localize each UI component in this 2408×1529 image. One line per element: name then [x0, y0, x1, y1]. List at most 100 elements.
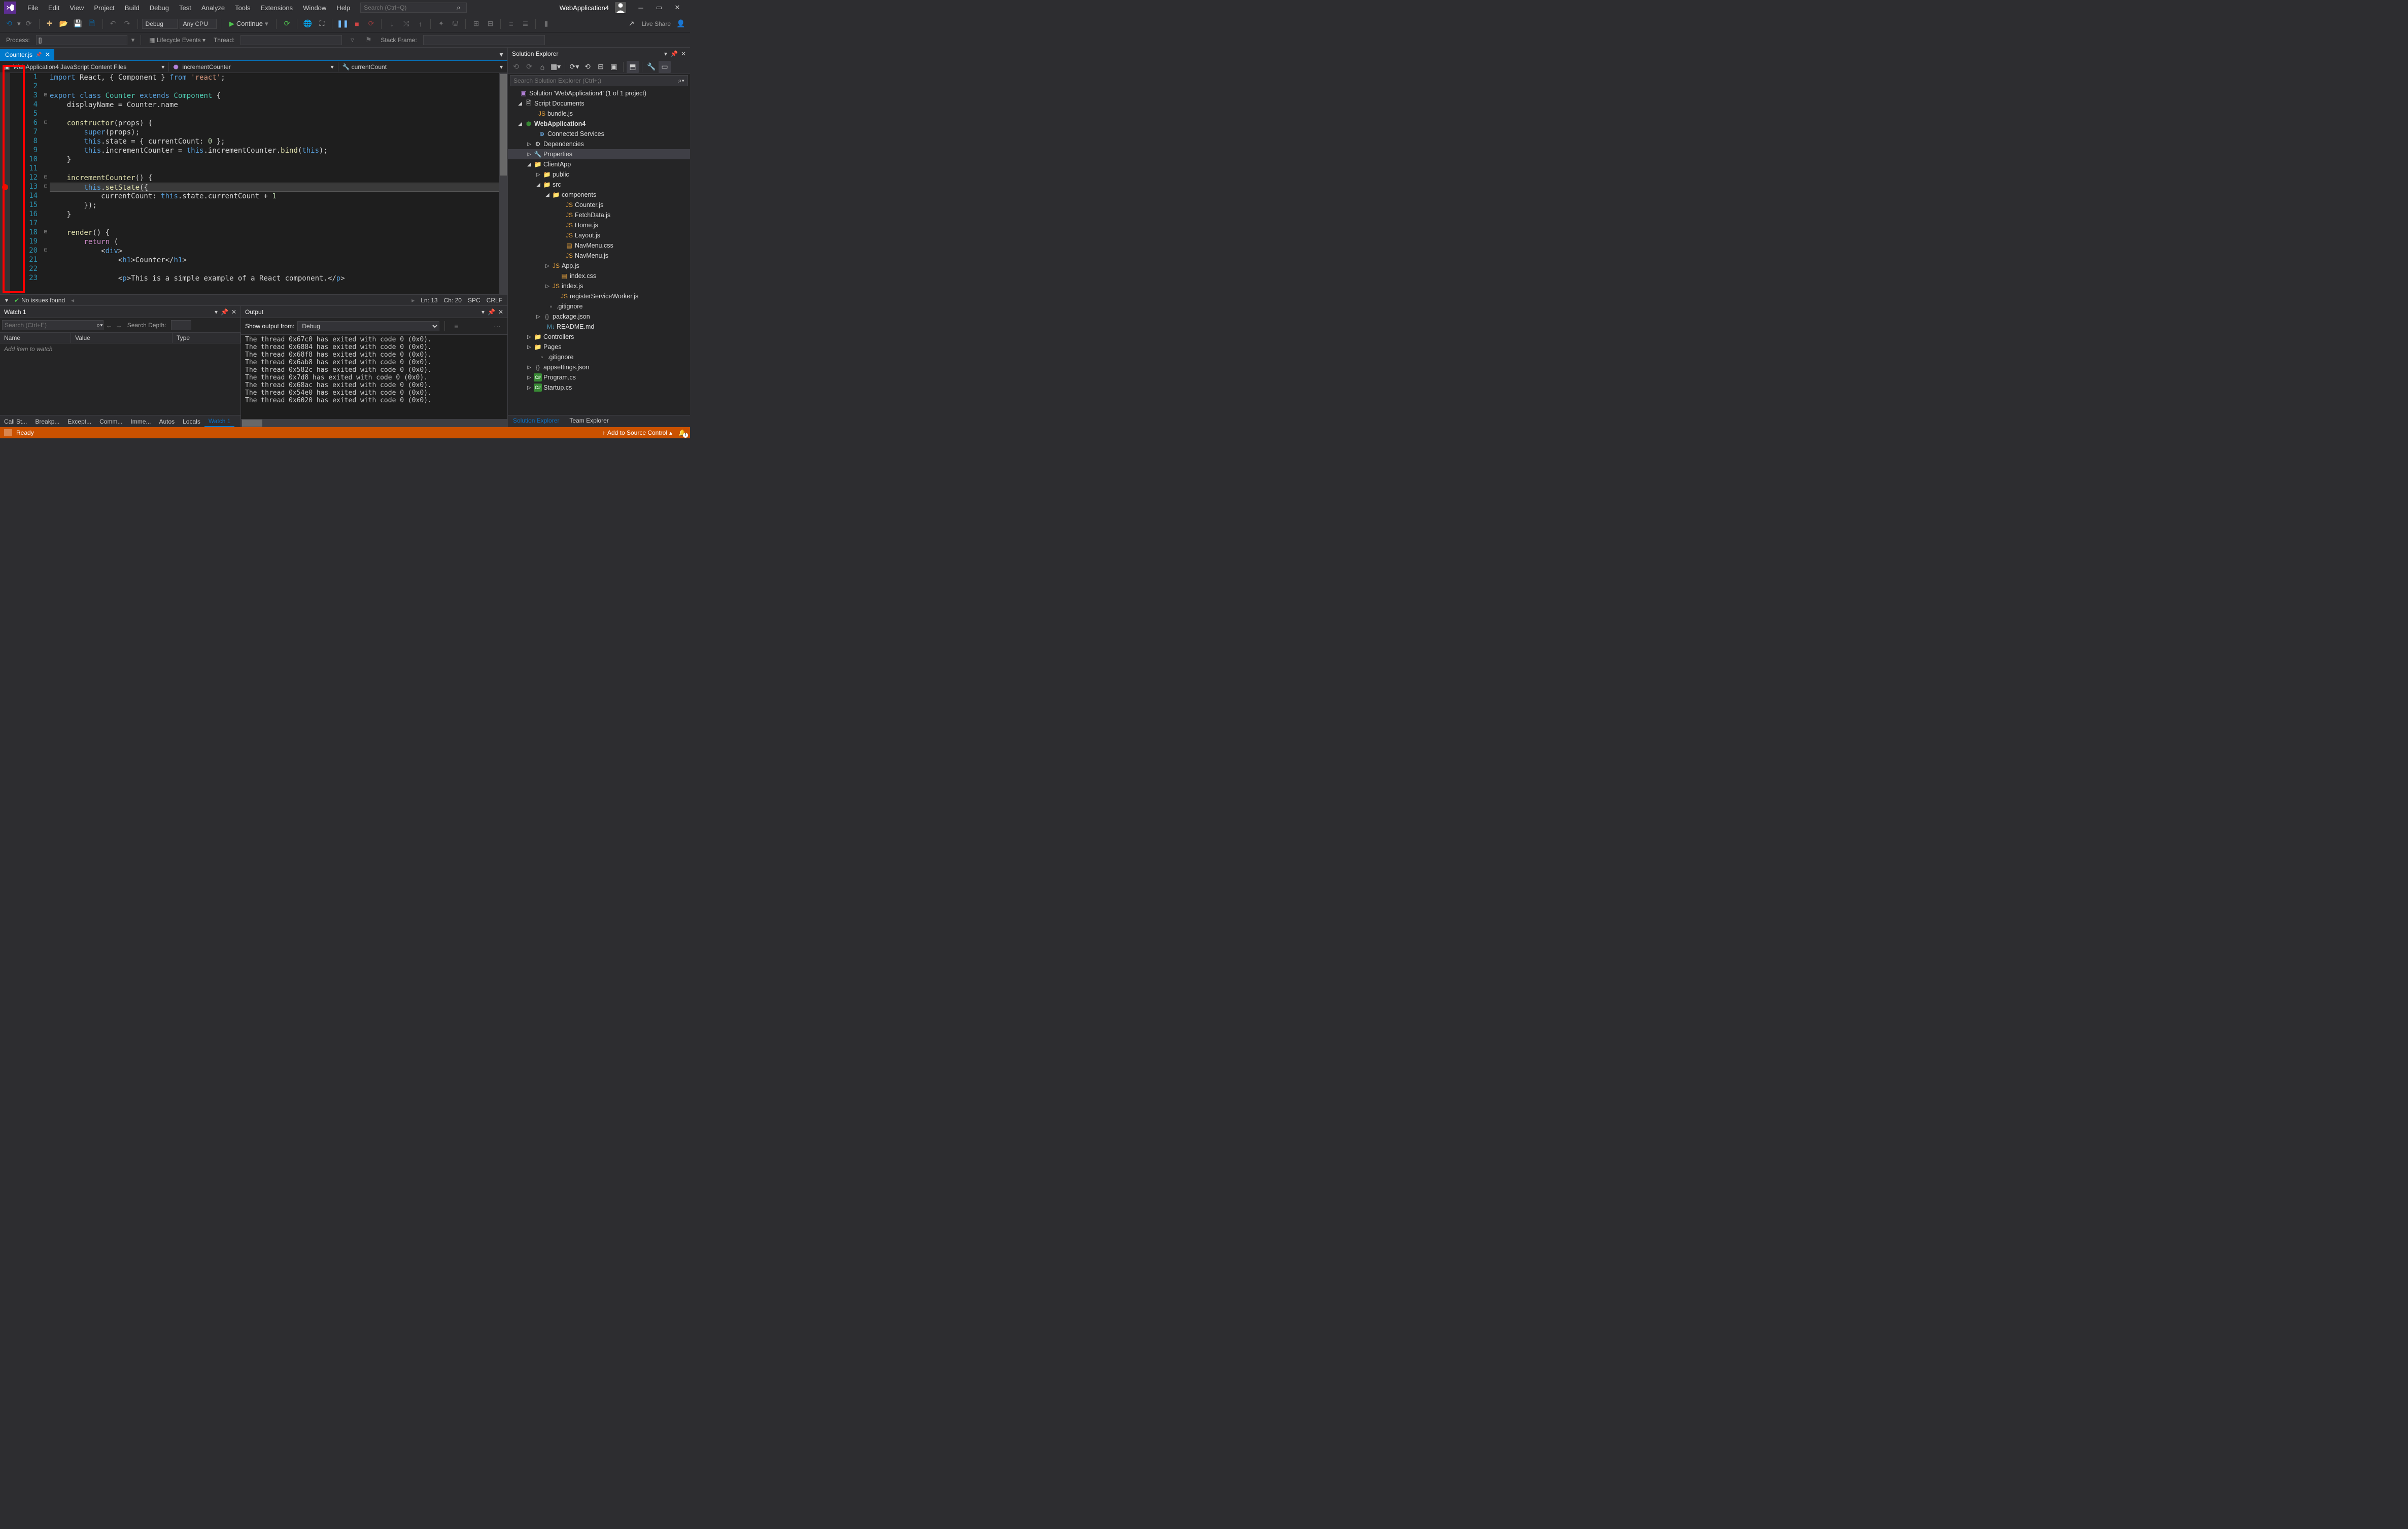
- tool3-icon[interactable]: ⊞: [470, 18, 482, 30]
- tree-item[interactable]: JSregisterServiceWorker.js: [508, 291, 690, 301]
- pin-icon[interactable]: 📌: [36, 52, 42, 58]
- tree-item[interactable]: ▷JSindex.js: [508, 281, 690, 291]
- menu-analyze[interactable]: Analyze: [196, 2, 230, 14]
- tree-item[interactable]: JSFetchData.js: [508, 210, 690, 220]
- redo-icon[interactable]: ↷: [121, 18, 133, 30]
- properties-icon[interactable]: 🔧: [645, 61, 658, 73]
- add-source-control-button[interactable]: ↑Add to Source Control▴: [602, 429, 672, 436]
- stackframe-selector[interactable]: [423, 35, 545, 45]
- se-search-input[interactable]: [510, 76, 675, 86]
- vertical-scrollbar[interactable]: [499, 73, 507, 294]
- tree-item[interactable]: ▫.gitignore: [508, 301, 690, 311]
- tree-item[interactable]: ▤NavMenu.css: [508, 240, 690, 251]
- continue-button[interactable]: ▶Continue▾: [225, 19, 272, 29]
- collapse-icon[interactable]: ⊟: [595, 61, 607, 73]
- arrow-icon[interactable]: ▾: [5, 297, 8, 304]
- tree-item[interactable]: ⊕Connected Services: [508, 129, 690, 139]
- tree-item[interactable]: ▷🔧Properties: [508, 149, 690, 159]
- pin-icon[interactable]: 📌: [221, 308, 228, 316]
- output-source-select[interactable]: Debug: [297, 321, 439, 331]
- menu-edit[interactable]: Edit: [43, 2, 64, 14]
- lifecycle-label[interactable]: ▦ Lifecycle Events ▾: [147, 37, 208, 44]
- arrow-left-icon[interactable]: ←: [106, 322, 113, 329]
- screenshot-icon[interactable]: ⛶: [316, 18, 328, 30]
- tree-item[interactable]: ◢📁ClientApp: [508, 159, 690, 169]
- output-body[interactable]: The thread 0x67c0 has exited with code 0…: [241, 335, 507, 419]
- pin-icon[interactable]: 📌: [670, 50, 678, 57]
- notifications-icon[interactable]: 🔔: [678, 429, 686, 436]
- step-into-icon[interactable]: ↓: [386, 18, 398, 30]
- lineend-indicator[interactable]: CRLF: [487, 297, 502, 304]
- search-input[interactable]: [360, 3, 467, 13]
- tree-item[interactable]: ◢🗎Script Documents: [508, 98, 690, 109]
- close-panel-icon[interactable]: ✕: [231, 308, 236, 316]
- watch-search-input[interactable]: [2, 320, 104, 330]
- tool2-icon[interactable]: ⛁: [449, 18, 461, 30]
- tree-item[interactable]: ◢📁components: [508, 190, 690, 200]
- menu-extensions[interactable]: Extensions: [255, 2, 298, 14]
- menu-debug[interactable]: Debug: [145, 2, 174, 14]
- open-icon[interactable]: 📂: [58, 18, 70, 30]
- file-tab-counter[interactable]: Counter.js 📌 ✕: [0, 49, 54, 60]
- close-panel-icon[interactable]: ✕: [498, 308, 503, 316]
- search-icon[interactable]: ⌕▾: [96, 321, 103, 329]
- tree-item[interactable]: ▷JSApp.js: [508, 261, 690, 271]
- undo-icon[interactable]: ↶: [107, 18, 119, 30]
- tool1-icon[interactable]: ✦: [435, 18, 447, 30]
- feedback-icon[interactable]: 👤: [675, 18, 687, 30]
- home-icon[interactable]: ⌂: [536, 61, 548, 73]
- preview-icon[interactable]: ⬒: [627, 61, 639, 73]
- save-icon[interactable]: 💾: [72, 18, 84, 30]
- arrow-right-icon[interactable]: →: [116, 322, 122, 329]
- process-selector[interactable]: []: [36, 35, 127, 45]
- tab-overflow-icon[interactable]: ▾: [495, 48, 507, 60]
- user-avatar[interactable]: [615, 2, 626, 13]
- refresh-icon[interactable]: ⟲: [581, 61, 594, 73]
- new-icon[interactable]: ✚: [44, 18, 56, 30]
- flag-icon[interactable]: ⚑: [362, 34, 374, 46]
- se-tab[interactable]: Team Explorer: [564, 415, 613, 427]
- view-icon[interactable]: ▭: [659, 61, 671, 73]
- save-all-icon[interactable]: 🗎: [86, 18, 98, 30]
- footer-tab[interactable]: Imme...: [126, 416, 155, 427]
- tree-item[interactable]: ▷📁public: [508, 169, 690, 180]
- col-name[interactable]: Name: [0, 333, 71, 343]
- horizontal-scrollbar[interactable]: [241, 419, 507, 427]
- tree-item[interactable]: ▷⚙Dependencies: [508, 139, 690, 149]
- fwd-icon[interactable]: ⟳: [523, 61, 535, 73]
- menu-build[interactable]: Build: [120, 2, 145, 14]
- footer-tab[interactable]: Comm...: [95, 416, 126, 427]
- tool5-icon[interactable]: ≡: [505, 18, 517, 30]
- footer-tab[interactable]: Watch 1: [204, 416, 235, 427]
- panel-dropdown-icon[interactable]: ▾: [215, 308, 218, 316]
- pause-icon[interactable]: ❚❚: [336, 18, 349, 30]
- bookmark-icon[interactable]: ▮: [540, 18, 552, 30]
- search-icon[interactable]: ⌕▾: [675, 77, 687, 85]
- output-tool1-icon[interactable]: ≡: [450, 320, 462, 332]
- close-button[interactable]: ✕: [669, 1, 686, 14]
- close-tab-icon[interactable]: ✕: [45, 51, 50, 59]
- menu-file[interactable]: File: [22, 2, 43, 14]
- menu-view[interactable]: View: [64, 2, 89, 14]
- breadcrumb-scope[interactable]: ▣WebApplication4 JavaScript Content File…: [0, 62, 169, 72]
- search-icon[interactable]: ⌕: [457, 4, 460, 12]
- tree-item[interactable]: JSLayout.js: [508, 230, 690, 240]
- restart-icon[interactable]: ⟳: [365, 18, 377, 30]
- col-value[interactable]: Value: [71, 333, 173, 343]
- breadcrumb-field[interactable]: 🔧currentCount▾: [338, 62, 507, 72]
- se-tab[interactable]: Solution Explorer: [508, 415, 564, 427]
- code-editor[interactable]: 1234567891011121314151617181920212223 ⊟⊟…: [0, 73, 507, 294]
- live-share-label[interactable]: Live Share: [640, 20, 673, 27]
- tree-item[interactable]: ▷{}appsettings.json: [508, 362, 690, 372]
- tree-item[interactable]: ▷📁Pages: [508, 342, 690, 352]
- step-out-icon[interactable]: ↑: [414, 18, 426, 30]
- col-type[interactable]: Type: [173, 333, 240, 343]
- refresh-icon[interactable]: ⟳: [281, 18, 293, 30]
- sync-icon[interactable]: ⟳▾: [568, 61, 580, 73]
- tree-item[interactable]: ▷C#Startup.cs: [508, 383, 690, 393]
- config-select[interactable]: Debug: [142, 19, 178, 29]
- indent-indicator[interactable]: SPC: [468, 297, 480, 304]
- panel-dropdown-icon[interactable]: ▾: [481, 308, 485, 316]
- nav-back-icon[interactable]: ⟲: [3, 18, 15, 30]
- depth-selector[interactable]: [171, 320, 191, 330]
